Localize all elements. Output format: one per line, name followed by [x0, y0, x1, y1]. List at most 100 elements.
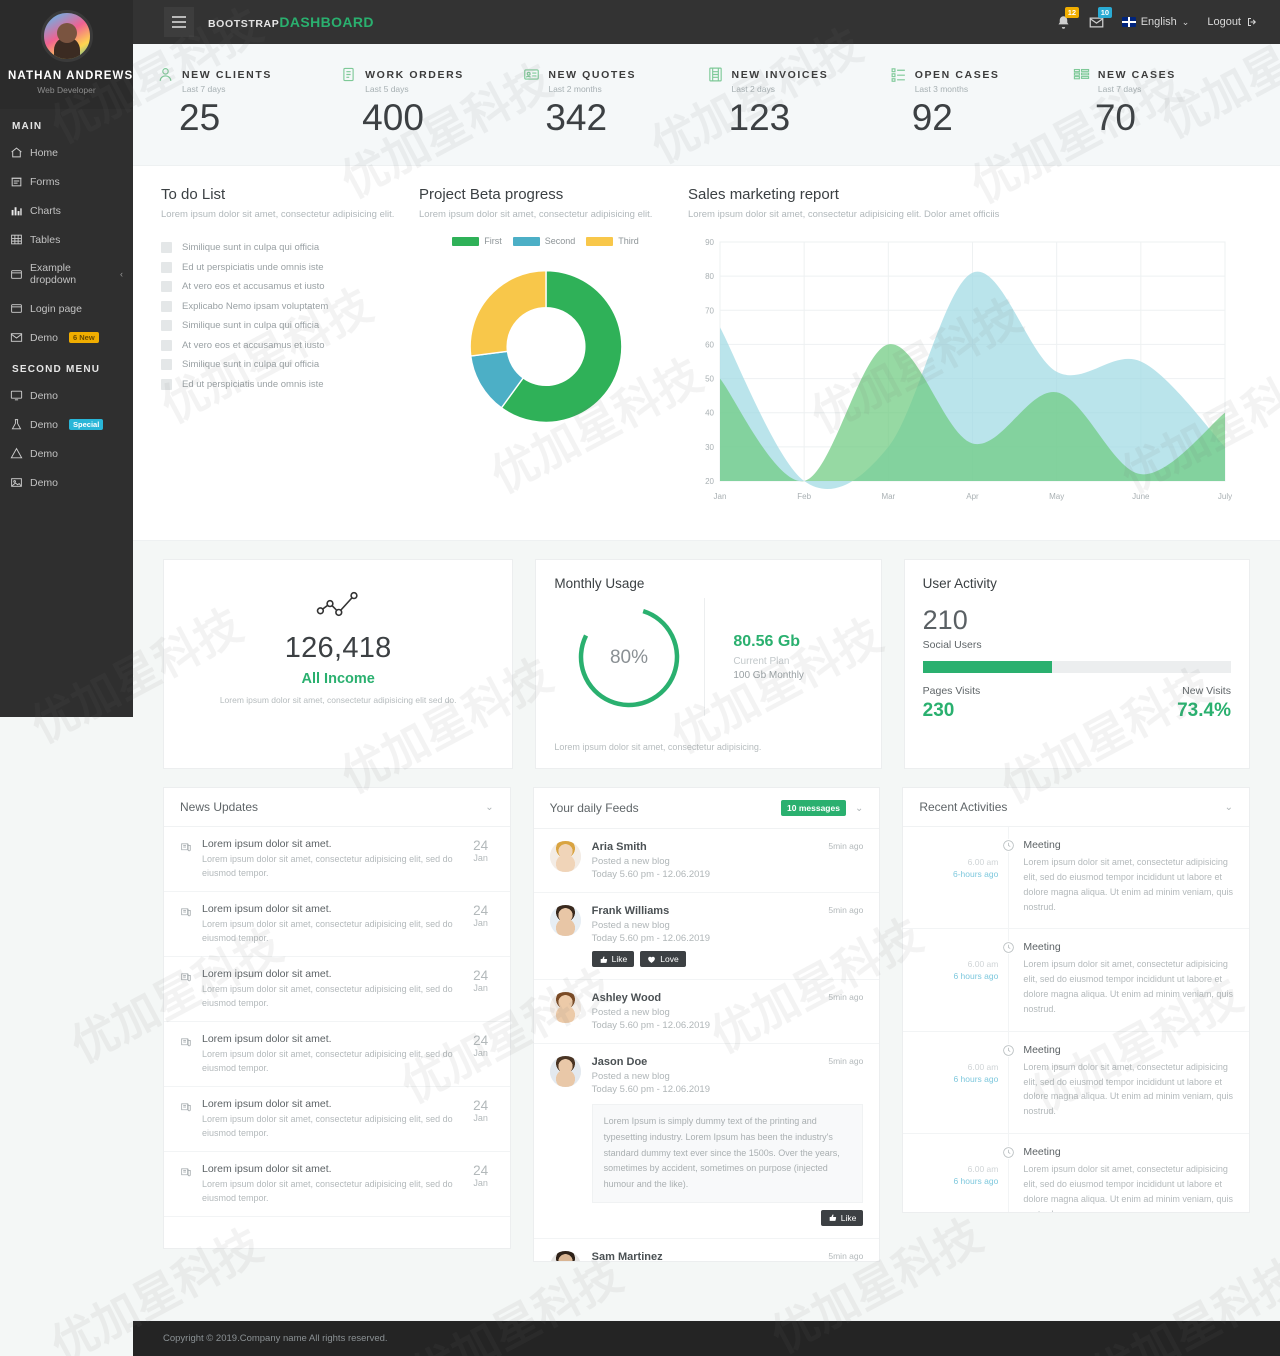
progress-bar — [922, 661, 1231, 673]
news-item[interactable]: Lorem ipsum dolor sit amet. Lorem ipsum … — [164, 1022, 510, 1087]
bell-icon[interactable]: 12 — [1056, 6, 1080, 30]
list-item[interactable]: Ed ut perspiciatis unde omnis iste — [161, 261, 405, 273]
legend-item[interactable]: First — [452, 236, 502, 246]
activities-list: 6.00 am 6-hours ago Meeting Lorem ipsum … — [903, 827, 1250, 1212]
list-item[interactable]: Similique sunt in culpa qui officia — [161, 359, 405, 370]
sidebar-item-home[interactable]: Home — [0, 138, 133, 167]
checkbox[interactable] — [161, 320, 172, 331]
news-day: 24 — [473, 1163, 489, 1178]
status-badge: 6 New — [69, 331, 99, 344]
chevron-down-icon[interactable]: ⌄ — [855, 803, 863, 814]
feed-author: Sam Martinez — [591, 1250, 663, 1262]
sidebar-item-demo-special[interactable]: Demo Special — [0, 410, 133, 439]
sidebar-item-login-page[interactable]: Login page — [0, 294, 133, 323]
brand-suffix: DASHBOARD — [279, 14, 374, 30]
like-button[interactable]: Like — [591, 951, 635, 967]
chevron-down-icon[interactable]: ⌄ — [485, 802, 493, 813]
list-item[interactable]: Ed ut perspiciatis unde omnis iste — [161, 378, 405, 390]
kpi-title: NEW INVOICES — [731, 68, 829, 81]
activity-time-block: 6.00 am 6 hours ago — [903, 929, 1016, 1031]
svg-text:40: 40 — [705, 409, 714, 418]
panel-title: Your daily Feeds — [549, 801, 639, 815]
chevron-left-icon[interactable]: ‹ — [120, 269, 123, 279]
sidebar-item-demo-image[interactable]: Demo — [0, 468, 133, 497]
chevron-down-icon[interactable]: ⌄ — [1225, 802, 1233, 813]
home-icon — [10, 146, 23, 159]
chevron-down-icon: ⌄ — [1181, 16, 1190, 27]
checkbox[interactable] — [161, 242, 172, 253]
sidebar-item-demo-monitor[interactable]: Demo — [0, 381, 133, 410]
legend-item[interactable]: Third — [586, 236, 639, 246]
kpi-value: 342 — [545, 97, 608, 138]
feed-item[interactable]: Sam Martinez 5min ago Posted a new blog … — [534, 1239, 880, 1262]
checkbox[interactable] — [161, 261, 172, 273]
envelope-icon[interactable]: 10 — [1089, 6, 1113, 30]
sales-report-panel: Sales marketing report Lorem ipsum dolor… — [678, 186, 1280, 514]
checkbox[interactable] — [161, 378, 172, 390]
activity-item[interactable]: 6.00 am 6 hours ago Meeting Lorem ipsum … — [903, 929, 1250, 1032]
activity-item[interactable]: 6.00 am 6-hours ago Meeting Lorem ipsum … — [903, 827, 1250, 930]
feed-author: Jason Doe — [591, 1056, 648, 1068]
language-selector[interactable]: English ⌄ — [1121, 16, 1190, 28]
news-desc: Lorem ipsum dolor sit amet, consectetur … — [202, 1114, 453, 1138]
news-icon — [180, 1033, 193, 1075]
sidebar-item-forms[interactable]: Forms — [0, 167, 133, 196]
list-item[interactable]: Similique sunt in culpa qui officia — [161, 242, 405, 253]
list-item[interactable]: At vero eos et accusamus et iusto — [161, 281, 405, 292]
love-button[interactable]: Love — [640, 951, 686, 967]
feed-item[interactable]: Jason Doe 5min ago Posted a new blog Tod… — [533, 1044, 880, 1239]
news-item[interactable]: Lorem ipsum dolor sit amet. Lorem ipsum … — [164, 827, 510, 892]
news-item[interactable]: Lorem ipsum dolor sit amet. Lorem ipsum … — [164, 957, 510, 1022]
logout-label: Logout — [1207, 16, 1241, 28]
new-visits-block: New Visits 73.4% — [1177, 685, 1231, 722]
news-day: 24 — [473, 838, 489, 853]
feed-item[interactable]: Aria Smith 5min ago Posted a new blog To… — [533, 829, 880, 893]
news-item[interactable]: Lorem ipsum dolor sit amet. Lorem ipsum … — [164, 1087, 510, 1152]
kpi-title: NEW CASES — [1097, 68, 1176, 81]
sidebar-item-label: Home — [30, 146, 59, 159]
kpi-subtitle: Last 7 days — [1097, 84, 1142, 94]
sidebar-item-demo-mail[interactable]: Demo 6 New — [0, 323, 133, 352]
brand-logo[interactable]: BOOTSTRAPDASHBOARD — [208, 14, 374, 30]
activity-ago: 6-hours ago — [952, 869, 999, 879]
checkbox[interactable] — [161, 339, 172, 351]
sidebar-item-charts[interactable]: Charts — [0, 196, 133, 225]
feed-author: Ashley Wood — [591, 992, 662, 1004]
activity-item[interactable]: 6.00 am 6 hours ago Meeting Lorem ipsum … — [903, 1134, 1249, 1212]
list-item[interactable]: At vero eos et accusamus et iusto — [161, 339, 405, 351]
checkbox[interactable] — [161, 359, 172, 370]
kpi-value: 25 — [179, 97, 221, 138]
logout-button[interactable]: Logout — [1207, 16, 1258, 28]
sidebar-item-example-dropdown[interactable]: Example dropdown ‹ — [0, 254, 133, 294]
checkbox[interactable] — [161, 281, 172, 292]
sidebar-item-label: Example dropdown — [30, 262, 77, 286]
bell-badge: 12 — [1064, 6, 1080, 18]
activity-hour: 6.00 am — [967, 959, 999, 970]
sidebar: NATHAN ANDREWS Web Developer MAIN Home F… — [0, 0, 133, 717]
feed-item[interactable]: Ashley Wood 5min ago Posted a new blog T… — [533, 980, 880, 1044]
hamburger-icon[interactable] — [164, 7, 194, 37]
feed-item[interactable]: Frank Williams 5min ago Posted a new blo… — [533, 893, 880, 980]
list-item[interactable]: Similique sunt in culpa qui officia — [161, 320, 405, 331]
language-label: English — [1140, 16, 1177, 28]
svg-text:Feb: Feb — [797, 492, 811, 501]
list-item[interactable]: Explicabo Nemo ipsam voluptatem — [161, 300, 405, 312]
kpi-new-quotes: NEW QUOTES Last 2 months 342 — [523, 66, 706, 139]
forms-icon — [10, 175, 23, 188]
svg-text:Mar: Mar — [881, 492, 895, 501]
sidebar-item-demo-warning[interactable]: Demo — [0, 439, 133, 468]
feed-author: Frank Williams — [591, 905, 670, 917]
checkbox[interactable] — [161, 300, 172, 312]
news-item[interactable]: Lorem ipsum dolor sit amet. Lorem ipsum … — [164, 1152, 510, 1217]
news-desc: Lorem ipsum dolor sit amet, consectetur … — [202, 854, 453, 878]
legend-item[interactable]: Second — [512, 236, 575, 246]
like-button[interactable]: Like — [820, 1209, 864, 1226]
svg-text:20: 20 — [705, 477, 714, 486]
activity-item[interactable]: 6.00 am 6 hours ago Meeting Lorem ipsum … — [903, 1031, 1250, 1135]
kpi-subtitle: Last 7 days — [182, 84, 226, 94]
sidebar-item-tables[interactable]: Tables — [0, 225, 133, 254]
news-icon — [180, 903, 193, 945]
panel-title: Monthly Usage — [554, 576, 645, 591]
news-item[interactable]: Lorem ipsum dolor sit amet. Lorem ipsum … — [164, 892, 510, 957]
svg-text:30: 30 — [705, 443, 714, 452]
